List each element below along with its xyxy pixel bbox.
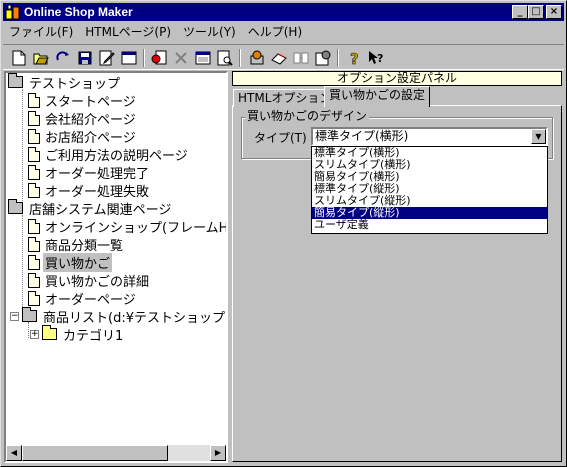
type-dropdown-list[interactable]: 標準タイプ(横形) スリムタイプ(横形) 簡易タイプ(横形) 標準タイプ(縦形)… (311, 146, 548, 234)
group-title: 買い物かごのデザイン (245, 109, 370, 123)
tree-item-order-page[interactable]: オーダーページ (28, 289, 138, 308)
window-title: Online Shop Maker (24, 5, 133, 19)
tree-root-shop-system[interactable]: 店舗システム関連ページ (8, 199, 173, 218)
properties-icon[interactable] (313, 48, 333, 68)
folder-icon (8, 73, 23, 88)
folder-icon (42, 325, 57, 340)
menu-html-page[interactable]: HTMLページ(P) (79, 23, 177, 41)
tree-item-shop-page[interactable]: お店紹介ページ (28, 127, 138, 146)
toolbar-separator (239, 49, 241, 67)
tree-label: 買い物かご (43, 252, 113, 272)
tree-connector (22, 215, 23, 311)
tree-label: お店紹介ページ (45, 130, 136, 146)
tree-label: ご利用方法の説明ページ (45, 148, 188, 164)
menu-help[interactable]: ヘルプ(H) (242, 23, 308, 41)
tree-connector (22, 89, 23, 203)
tree-label: 会社紹介ページ (45, 112, 136, 128)
tree-item-shopping-cart[interactable]: 買い物かご (28, 252, 113, 272)
page-icon (28, 146, 40, 162)
tree-label: 商品リスト(d:¥テストショップ) (43, 310, 228, 326)
edit-icon[interactable] (97, 48, 117, 68)
page-icon (28, 218, 40, 234)
type-select[interactable]: 標準タイプ(横形) ▼ (311, 127, 548, 146)
toolbar-separator (337, 49, 339, 67)
toolbar: ? ? (3, 44, 564, 70)
scroll-left-button[interactable]: ◀ (6, 445, 22, 461)
page-icon (28, 128, 40, 144)
scrollbar-thumb[interactable] (22, 445, 168, 461)
tree-item-order-failed[interactable]: オーダー処理失敗 (28, 181, 151, 200)
option-panel-title: オプション設定パネル (232, 71, 562, 86)
horizontal-scrollbar[interactable]: ◀ ▶ (6, 445, 226, 461)
page-icon (28, 290, 40, 306)
publish-icon[interactable] (247, 48, 267, 68)
tree-item-category-list[interactable]: 商品分類一覧 (28, 235, 125, 254)
reload-icon[interactable] (53, 48, 73, 68)
tree-label: オーダー処理失敗 (45, 184, 150, 200)
dropdown-option[interactable]: ユーザ定義 (312, 219, 547, 231)
folder-icon (8, 199, 23, 214)
page-icon (28, 272, 40, 288)
minimize-button[interactable]: _ (512, 5, 528, 19)
new-icon[interactable] (9, 48, 29, 68)
tree-item-company-page[interactable]: 会社紹介ページ (28, 109, 138, 128)
page-icon (28, 92, 40, 108)
app-window: Online Shop Maker _ □ × ファイル(F) HTMLページ(… (0, 0, 567, 467)
app-icon (5, 4, 21, 20)
tree-label: オーダーページ (45, 292, 136, 308)
delete-icon[interactable] (171, 48, 191, 68)
page-icon (28, 182, 40, 198)
tree-label: 店舗システム関連ページ (29, 202, 172, 218)
tree-item-category1[interactable]: + カテゴリ1 (30, 325, 125, 344)
collapse-icon[interactable]: − (10, 311, 19, 321)
tab-cart-settings[interactable]: 買い物かごの設定 (324, 86, 431, 107)
menu-bar: ファイル(F) HTMLページ(P) ツール(Y) ヘルプ(H) (3, 22, 564, 42)
tree-item-order-complete[interactable]: オーダー処理完了 (28, 163, 151, 182)
dropdown-arrow-icon[interactable]: ▼ (531, 129, 546, 144)
toolbar-separator (143, 49, 145, 67)
help-icon[interactable]: ? (345, 48, 365, 68)
type-select-value: 標準タイプ(横形) (315, 129, 409, 143)
expand-icon[interactable]: + (30, 329, 39, 339)
tree-item-online-shop-frame[interactable]: オンラインショップ(フレームH (28, 217, 228, 236)
tab-html-options[interactable]: HTMLオプション (233, 89, 337, 107)
tree-item-product-list[interactable]: − 商品リスト(d:¥テストショップ) (10, 307, 228, 326)
tree-label: 買い物かごの詳細 (45, 274, 150, 290)
tree-label: スタートページ (45, 94, 136, 110)
svg-text:?: ? (350, 50, 359, 66)
link-icon[interactable] (291, 48, 311, 68)
type-label: タイプ(T) (254, 131, 307, 145)
page-tree[interactable]: テストショップ スタートページ 会社紹介ページ お店紹介ページ ご利用方法の説明… (4, 71, 228, 463)
folder-icon (22, 307, 37, 322)
scroll-right-button[interactable]: ▶ (210, 445, 226, 461)
transfer-icon[interactable] (269, 48, 289, 68)
tree-item-start-page[interactable]: スタートページ (28, 91, 138, 110)
page-icon (28, 110, 40, 126)
tree-label: 商品分類一覧 (45, 238, 124, 254)
tree-root-test-shop[interactable]: テストショップ (8, 73, 122, 92)
window-icon[interactable] (119, 48, 139, 68)
maximize-button[interactable]: □ (528, 5, 544, 19)
tree-item-usage-page[interactable]: ご利用方法の説明ページ (28, 145, 190, 164)
tree-item-cart-details[interactable]: 買い物かごの詳細 (28, 271, 151, 290)
menu-file[interactable]: ファイル(F) (3, 23, 79, 41)
tree-label: テストショップ (29, 76, 121, 92)
svg-text:?: ? (377, 52, 383, 65)
tree-label: オンラインショップ(フレームH (45, 220, 228, 236)
save-icon[interactable] (75, 48, 95, 68)
context-help-icon[interactable]: ? (367, 48, 387, 68)
stop-icon[interactable] (149, 48, 169, 68)
title-bar[interactable]: Online Shop Maker _ □ × (3, 3, 564, 21)
menu-tools[interactable]: ツール(Y) (177, 23, 242, 41)
page-icon (28, 236, 40, 252)
tree-label: オーダー処理完了 (45, 166, 150, 182)
page-icon (28, 254, 40, 270)
open-icon[interactable] (31, 48, 51, 68)
tree-label: カテゴリ1 (63, 328, 124, 344)
close-button[interactable]: × (546, 5, 562, 19)
preview-icon[interactable] (215, 48, 235, 68)
panel-icon[interactable] (193, 48, 213, 68)
page-icon (28, 164, 40, 180)
